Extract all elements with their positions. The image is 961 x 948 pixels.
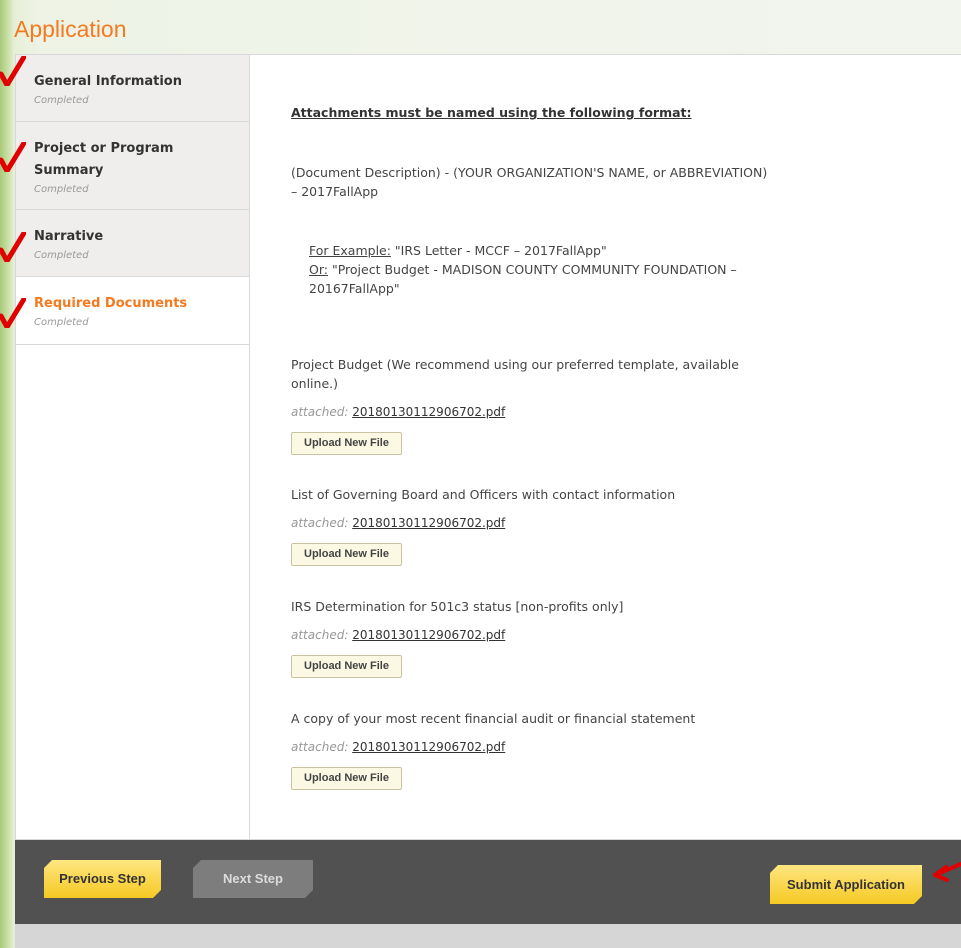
example-text: "Project Budget - MADISON COUNTY COMMUNI… xyxy=(309,262,737,296)
attached-label: attached: xyxy=(291,740,349,754)
document-title: IRS Determination for 501c3 status [non-… xyxy=(291,599,624,614)
sidebar-item-project-summary[interactable]: Project or Program Summary Completed xyxy=(16,122,249,210)
example-text: "IRS Letter - MCCF – 2017FallApp" xyxy=(390,243,607,258)
page-bottom-strip xyxy=(15,924,961,948)
application-panel: General Information Completed Project or… xyxy=(15,54,961,840)
attached-file-link[interactable]: 20180130112906702.pdf xyxy=(352,405,505,419)
attached-label: attached: xyxy=(291,516,349,530)
attached-file-link[interactable]: 20180130112906702.pdf xyxy=(352,516,505,530)
document-title: Project Budget (We recommend using our p… xyxy=(291,357,739,391)
document-item: List of Governing Board and Officers wit… xyxy=(291,485,831,566)
attached-file-link[interactable]: 20180130112906702.pdf xyxy=(352,628,505,642)
attached-file: attached: 20180130112906702.pdf xyxy=(291,403,831,422)
upload-new-file-button[interactable]: Upload New File xyxy=(291,655,402,678)
upload-new-file-button[interactable]: Upload New File xyxy=(291,767,402,790)
step-label: General Information xyxy=(34,74,182,89)
steps-sidebar: General Information Completed Project or… xyxy=(16,55,250,839)
page-title: Application xyxy=(14,16,127,42)
attached-file: attached: 20180130112906702.pdf xyxy=(291,738,831,757)
step-status: Completed xyxy=(34,317,89,328)
red-arrow-icon xyxy=(933,862,961,882)
example-label: Or: xyxy=(309,262,328,277)
example-line-2: Or: "Project Budget - MADISON COUNTY COM… xyxy=(309,260,769,298)
naming-examples: For Example: "IRS Letter - MCCF – 2017Fa… xyxy=(309,241,769,298)
sidebar-item-narrative[interactable]: Narrative Completed xyxy=(16,210,249,277)
step-navigation-bar: Previous Step Next Step Submit Applicati… xyxy=(15,840,961,924)
next-step-button[interactable]: Next Step xyxy=(193,860,313,898)
example-label: For Example: xyxy=(309,243,391,258)
upload-new-file-button[interactable]: Upload New File xyxy=(291,432,402,455)
attached-file-link[interactable]: 20180130112906702.pdf xyxy=(352,740,505,754)
step-label: Narrative xyxy=(34,229,104,244)
sidebar-item-general-information[interactable]: General Information Completed xyxy=(16,55,249,122)
attached-file: attached: 20180130112906702.pdf xyxy=(291,626,831,645)
document-item: IRS Determination for 501c3 status [non-… xyxy=(291,597,831,678)
previous-step-button[interactable]: Previous Step xyxy=(44,860,161,898)
step-status: Completed xyxy=(34,95,89,106)
submit-application-button[interactable]: Submit Application xyxy=(770,865,922,904)
step-status: Completed xyxy=(34,250,89,261)
step-label: Project or Program Summary xyxy=(34,141,174,178)
naming-format-text: (Document Description) - (YOUR ORGANIZAT… xyxy=(291,165,768,199)
sidebar-item-required-documents[interactable]: Required Documents Completed xyxy=(16,277,249,345)
document-title: List of Governing Board and Officers wit… xyxy=(291,487,676,502)
example-line-1: For Example: "IRS Letter - MCCF – 2017Fa… xyxy=(309,241,769,260)
step-status: Completed xyxy=(34,184,89,195)
naming-format-heading: Attachments must be named using the foll… xyxy=(291,105,692,120)
document-item: Project Budget (We recommend using our p… xyxy=(291,355,831,455)
step-label: Required Documents xyxy=(34,296,188,311)
attached-file: attached: 20180130112906702.pdf xyxy=(291,514,831,533)
document-item: A copy of your most recent financial aud… xyxy=(291,709,831,790)
attached-label: attached: xyxy=(291,405,349,419)
document-title: A copy of your most recent financial aud… xyxy=(291,711,696,726)
attached-label: attached: xyxy=(291,628,349,642)
upload-new-file-button[interactable]: Upload New File xyxy=(291,543,402,566)
